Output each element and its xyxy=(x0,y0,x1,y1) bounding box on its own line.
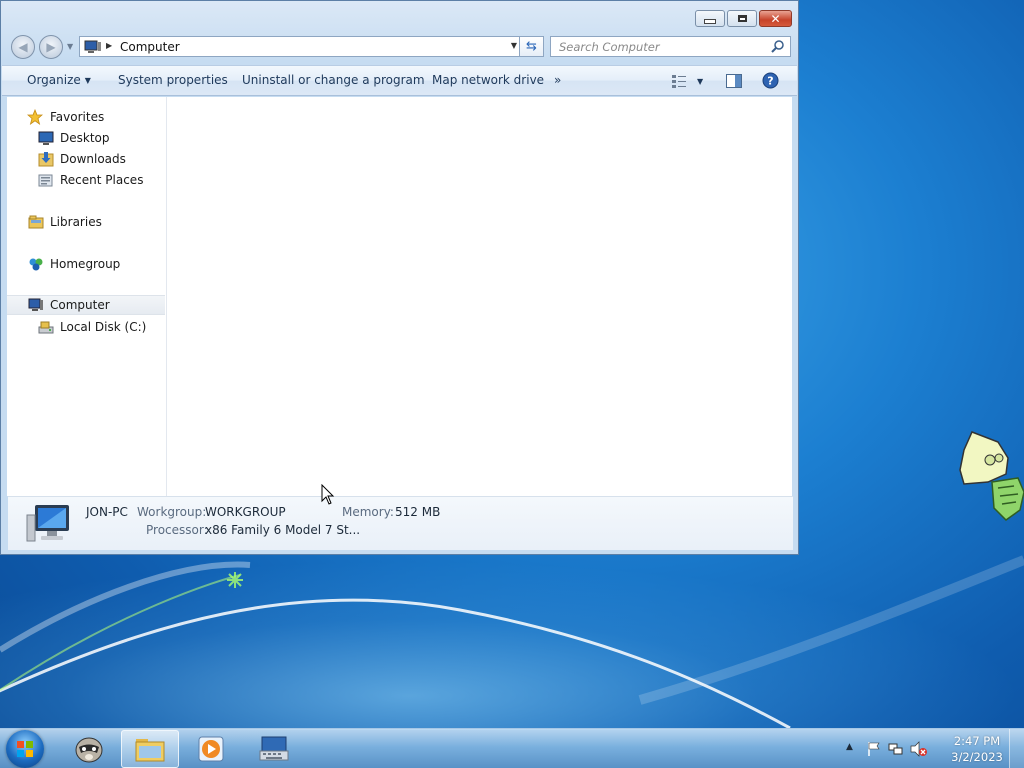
taskbar-app-media-player[interactable] xyxy=(182,730,240,768)
navigation-pane: Favorites Desktop Downloads Recent Place… xyxy=(7,97,167,496)
address-bar[interactable]: ▶ Computer ▼ xyxy=(79,36,523,57)
search-box xyxy=(550,36,791,57)
breadcrumb-arrow-icon[interactable]: ▶ xyxy=(106,41,112,50)
taskbar-app-onscreen-keyboard[interactable] xyxy=(245,730,303,768)
desktop-icon xyxy=(38,131,54,145)
downloads-label: Downloads xyxy=(60,152,126,166)
system-properties-button[interactable]: System properties xyxy=(118,73,228,87)
memory-label: Memory: xyxy=(342,505,394,519)
processor-value: x86 Family 6 Model 7 St... xyxy=(205,523,361,537)
refresh-button[interactable]: ⇆ xyxy=(519,36,544,57)
address-dropdown-icon[interactable]: ▼ xyxy=(511,41,517,50)
workgroup-label: Workgroup: xyxy=(137,505,207,519)
close-icon: ✕ xyxy=(770,11,781,26)
local-disk-icon xyxy=(38,321,54,334)
libraries-icon xyxy=(28,215,44,229)
clock[interactable]: 2:47 PM 3/2/2023 xyxy=(947,733,1007,765)
nav-item-libraries[interactable]: Libraries xyxy=(7,212,165,232)
memory-value: 512 MB xyxy=(395,505,441,519)
recent-pages-dropdown[interactable]: ▼ xyxy=(67,42,73,51)
taskbar-app-raccoon[interactable] xyxy=(60,730,118,768)
clock-time: 2:47 PM xyxy=(953,734,1001,748)
favorites-label: Favorites xyxy=(50,110,105,124)
maximize-button[interactable] xyxy=(727,10,757,27)
help-icon[interactable]: ? xyxy=(762,72,779,89)
nav-item-recent-places[interactable]: Recent Places xyxy=(7,170,165,190)
clock-date: 3/2/2023 xyxy=(951,750,1003,764)
libraries-label: Libraries xyxy=(50,215,102,229)
nav-item-computer[interactable]: Computer xyxy=(7,295,165,315)
minimize-icon xyxy=(704,19,716,24)
explorer-window: ✕ ◀ ▶ ▼ ▶ Computer ▼ ⇆ Organize▼ System … xyxy=(0,0,799,555)
close-button[interactable]: ✕ xyxy=(759,10,792,27)
recent-places-label: Recent Places xyxy=(60,173,144,187)
volume-muted-icon[interactable] xyxy=(910,741,928,757)
nav-item-local-disk[interactable]: Local Disk (C:) xyxy=(7,317,165,337)
navigation-row: ◀ ▶ ▼ ▶ Computer ▼ ⇆ xyxy=(9,34,791,60)
show-hidden-icons-button[interactable]: ▲ xyxy=(846,742,853,752)
mouse-cursor-icon xyxy=(321,484,335,505)
search-input[interactable] xyxy=(557,39,761,55)
change-view-icon[interactable] xyxy=(671,74,687,88)
desktop-label: Desktop xyxy=(60,131,110,145)
back-button[interactable]: ◀ xyxy=(11,35,35,59)
minimize-button[interactable] xyxy=(695,10,725,27)
computer-icon xyxy=(84,40,101,53)
homegroup-label: Homegroup xyxy=(50,257,121,271)
chevron-down-icon: ▼ xyxy=(84,76,91,85)
workgroup-value: WORKGROUP xyxy=(205,505,286,519)
media-player-icon xyxy=(198,736,224,762)
nav-item-homegroup[interactable]: Homegroup xyxy=(7,254,165,274)
desktop-wallpaper-glow xyxy=(0,560,1024,730)
maximize-icon xyxy=(737,15,747,22)
local-disk-label: Local Disk (C:) xyxy=(60,320,147,334)
folder-icon xyxy=(135,739,165,762)
network-icon[interactable] xyxy=(888,741,904,757)
forward-button[interactable]: ▶ xyxy=(39,35,63,59)
view-options-dropdown[interactable]: ▼ xyxy=(697,77,703,86)
organize-label: Organize xyxy=(27,73,81,87)
nav-item-desktop[interactable]: Desktop xyxy=(7,128,165,148)
organize-menu[interactable]: Organize ▼ xyxy=(27,73,91,87)
map-network-drive-button[interactable]: Map network drive xyxy=(432,73,544,87)
caption-buttons: ✕ xyxy=(693,10,792,27)
details-pane: JON-PC Workgroup: WORKGROUP Memory: 512 … xyxy=(8,496,793,550)
start-button[interactable] xyxy=(6,730,44,768)
show-desktop-button[interactable] xyxy=(1009,729,1024,768)
star-icon xyxy=(27,109,43,125)
nav-item-downloads[interactable]: Downloads xyxy=(7,149,165,169)
taskbar: ▲ 2:47 PM 3/2/2023 xyxy=(0,728,1024,768)
more-commands-button[interactable]: » xyxy=(554,73,561,87)
forward-arrow-icon: ▶ xyxy=(46,40,56,54)
command-bar: Organize ▼ System properties Uninstall or… xyxy=(2,65,797,96)
raccoon-app-icon xyxy=(75,737,103,763)
desktop-character-sticker xyxy=(959,431,1024,521)
keyboard-icon xyxy=(259,736,289,761)
preview-pane-icon[interactable] xyxy=(726,74,742,88)
homegroup-icon xyxy=(29,258,43,271)
computer-large-icon xyxy=(26,505,69,542)
system-tray: ▲ 2:47 PM 3/2/2023 xyxy=(834,729,1024,768)
computer-icon xyxy=(28,298,43,311)
search-icon[interactable] xyxy=(771,39,785,53)
uninstall-program-button[interactable]: Uninstall or change a program xyxy=(242,73,425,87)
processor-label: Processor: xyxy=(146,523,208,537)
back-arrow-icon: ◀ xyxy=(18,40,28,54)
content-area: Favorites Desktop Downloads Recent Place… xyxy=(7,97,792,496)
svg-text:?: ? xyxy=(767,75,773,88)
address-text: Computer xyxy=(120,40,180,54)
windows-logo-icon xyxy=(17,741,33,757)
refresh-icon: ⇆ xyxy=(526,39,537,54)
computer-label: Computer xyxy=(50,298,110,312)
recent-places-icon xyxy=(38,174,53,187)
action-center-flag-icon[interactable] xyxy=(866,741,882,757)
taskbar-app-explorer[interactable] xyxy=(121,730,179,768)
downloads-icon xyxy=(38,152,54,167)
computer-name: JON-PC xyxy=(86,505,128,519)
nav-item-favorites[interactable]: Favorites xyxy=(7,107,165,127)
